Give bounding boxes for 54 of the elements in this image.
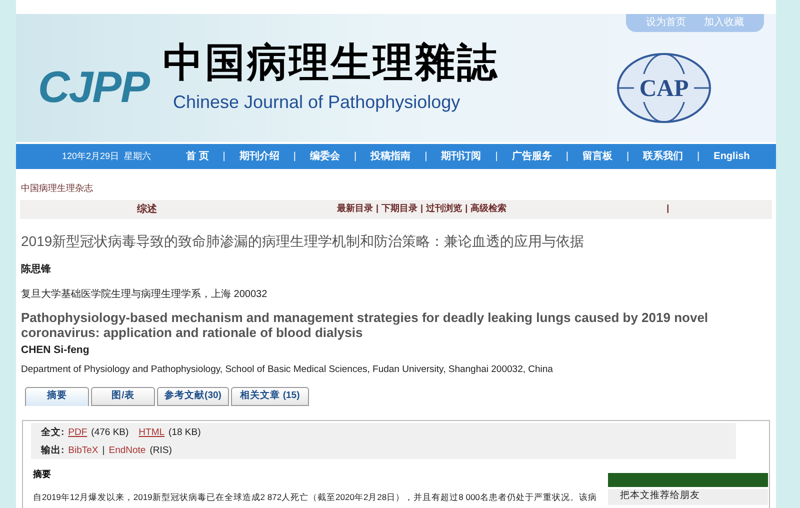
abstract-heading: 摘要 [33, 468, 51, 482]
file-size: (18 KB) [168, 426, 201, 440]
affiliation-text: 复旦大学基础医学院生理与病理生理学系，上海 200032 [21, 288, 268, 302]
export-link[interactable]: EndNote [108, 444, 146, 459]
separator: | [102, 444, 105, 458]
download-link[interactable]: PDF [68, 426, 88, 440]
file-size: (476 KB) [91, 426, 129, 440]
separator: | [420, 202, 424, 216]
nav-link[interactable]: 期刊介绍 [239, 149, 280, 164]
section-link[interactable]: 高级检索 [470, 202, 507, 216]
separator: | [376, 202, 379, 216]
separator: | [465, 202, 468, 216]
fulltext-label: 全文: [41, 426, 64, 440]
export-label: 输出: [41, 444, 64, 458]
separator: | [697, 150, 700, 164]
separator: | [495, 150, 498, 164]
journal-subtitle: Chinese Journal of Pathophysiology [172, 90, 462, 114]
nav-link[interactable]: 首 页 [186, 149, 209, 164]
nav-link[interactable]: 广告服务 [512, 149, 552, 164]
nav-link[interactable]: 编委会 [310, 149, 340, 164]
format-note: (RIS) [150, 444, 172, 458]
section-link[interactable]: 过刊浏览 [426, 202, 462, 216]
nav-link[interactable]: 期刊订阅 [441, 149, 482, 164]
separator: | [354, 150, 357, 164]
breadcrumb-link[interactable]: 中国病理生理杂志 [21, 182, 776, 196]
recommend-link[interactable]: 把本文推荐给朋友 [608, 489, 768, 506]
separator: | [222, 150, 226, 164]
nav-link[interactable]: 留言板 [582, 149, 612, 164]
download-link[interactable]: HTML [138, 426, 165, 440]
separator: | [293, 150, 296, 164]
section-link[interactable]: 下期目录 [382, 202, 418, 216]
article-title: 2019新型冠状病毒导致的致命肺渗漏的病理生理学机制和防治策略：兼论血透的应用与依据 [21, 232, 586, 250]
journal-title: 中国病理生理雜誌 [162, 38, 499, 88]
affiliation-text: Department of Physiology and Pathophysiology, School of Basic Medical Sciences, Fudan University, Shanghai 200032, China [21, 363, 554, 378]
nav-link[interactable]: 联系我们 [643, 149, 684, 164]
separator: | [626, 150, 630, 164]
separator: | [424, 150, 428, 164]
nav-link[interactable]: 投稿指南 [370, 149, 411, 164]
export-link[interactable]: BibTeX [68, 444, 98, 459]
tab[interactable]: 参考文献(30) [157, 386, 229, 406]
section-link[interactable]: 最新目录 [337, 202, 373, 216]
tab[interactable]: 相关文章 (15) [231, 386, 309, 406]
separator: | [666, 202, 670, 216]
author-name: CHEN Si-feng [21, 342, 90, 358]
nav-link[interactable]: English [714, 149, 750, 164]
article-title: Pathophysiology-based mechanism and management strategies for deadly leaking lungs caused by 2019 novel coronavirus: application and rationale of blood dialysis [21, 310, 710, 340]
abstract-text: 自2019年12月爆发以来，2019新型冠状病毒已在全球造成2 872人死亡（截至2020年2月28日），并且有超过8 000名患者仍处于严重状况。该病 [33, 490, 597, 504]
tab[interactable]: 摘要 [25, 386, 89, 406]
journal-logo: CJPP [38, 62, 149, 114]
tab[interactable]: 图/表 [91, 386, 155, 406]
separator: | [566, 150, 568, 164]
category-label: 综述 [137, 202, 157, 217]
author-name: 陈思锋 [21, 262, 52, 276]
date-text: 120年2月29日 星期六 [61, 150, 152, 163]
